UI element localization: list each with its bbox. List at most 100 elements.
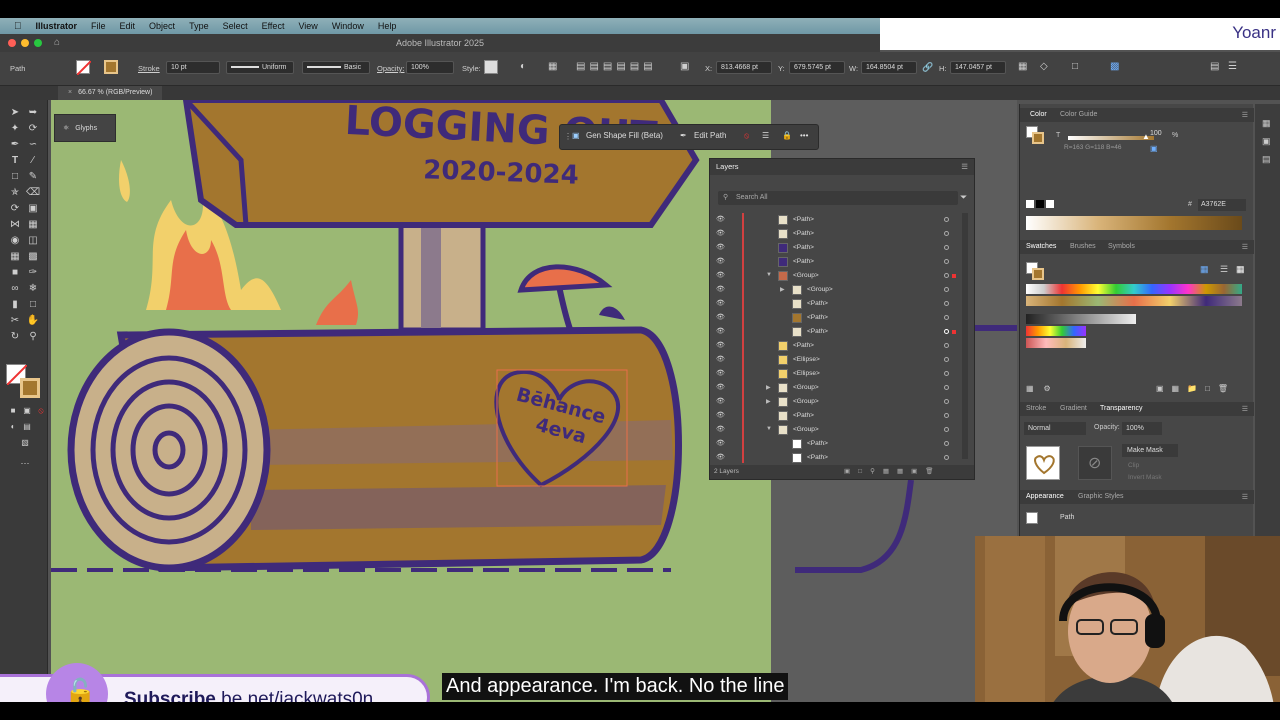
visibility-eye-icon[interactable]: 👁 [716,369,725,377]
graphic-style-swatch[interactable] [484,60,498,74]
chevron-right-icon[interactable]: ▶ [766,398,771,405]
mesh-tool-icon[interactable]: ▩ [26,250,40,264]
curvature-tool-icon[interactable]: ∽ [26,138,40,152]
invert-mask-checkbox[interactable]: Invert Mask [1128,474,1162,481]
artboard-canvas[interactable]: LOGGING OUT 2020-2024 Bēhance 4eva [51,100,771,702]
color-cube-icon[interactable]: ▣ [1150,144,1158,153]
layer-row[interactable]: 👁 <Path> [710,325,964,339]
isolate-icon[interactable]: □ [1072,61,1078,72]
align-to-icon[interactable]: ▦ [548,61,557,72]
none-mode-icon[interactable]: ⦸ [34,404,48,418]
target-circle-icon[interactable] [944,287,949,292]
menu-illustrator[interactable]: Illustrator [36,21,78,31]
visibility-eye-icon[interactable]: 👁 [716,243,725,251]
h-field[interactable]: 147.0457 pt [950,61,1006,74]
paintbrush-icon[interactable]: ✎ [26,170,40,184]
target-circle-icon[interactable] [944,371,949,376]
edit-toolbar-icon[interactable]: ⋯ [18,456,32,470]
panel-stroke-swatch[interactable] [1032,132,1044,144]
layer-row[interactable]: 👁 <Path> [710,241,964,255]
swatch-row-2[interactable] [1026,296,1242,306]
graph-tool-icon[interactable]: ▮ [8,298,22,312]
shape-builder-icon[interactable]: ◉ [8,234,22,248]
menu-effect[interactable]: Effect [262,21,285,31]
target-circle-icon[interactable] [944,217,949,222]
target-circle-icon[interactable] [944,329,949,334]
layer-row[interactable]: 👁 <Path> [710,409,964,423]
clip-checkbox[interactable]: Clip [1128,462,1139,469]
arrange-icon[interactable]: ▩ [1110,61,1119,72]
visibility-eye-icon[interactable]: 👁 [716,411,725,419]
visibility-eye-icon[interactable]: 👁 [716,355,725,363]
panel-menu-icon[interactable]: ☰ [1242,111,1248,119]
chevron-down-icon[interactable]: ▼ [766,426,772,432]
black-swatch[interactable] [1036,200,1044,208]
transform-icon[interactable]: ▣ [680,61,689,72]
live-paint-icon[interactable]: ◫ [26,234,40,248]
opacity-field[interactable]: 100% [406,61,454,74]
edit-path-button[interactable]: Edit Path [694,131,726,140]
edit-path-icon[interactable]: ✒ [680,131,687,140]
swatch-row-3[interactable] [1026,314,1136,324]
find-swatch-icon[interactable]: ▦ [1200,264,1209,275]
menu-object[interactable]: Object [149,21,175,31]
tab-swatches[interactable]: Swatches [1026,243,1056,250]
apple-icon[interactable]:  [14,21,22,32]
zoom-tool-icon[interactable]: ⚲ [26,330,40,344]
hand-tool-icon[interactable]: ✋ [26,314,40,328]
rotate-view-icon[interactable]: ↻ [8,330,22,344]
stroke-color-box[interactable] [20,378,40,398]
list-view-icon[interactable]: ☰ [1220,264,1228,275]
fill-swatch[interactable] [76,60,92,76]
panel-menu-icon[interactable]: ☰ [1242,493,1248,501]
make-mask-button[interactable]: Make Mask [1122,444,1178,457]
direct-selection-tool-icon[interactable]: ➥ [26,106,40,120]
layers-search-input[interactable]: ⚲ Search All [718,191,958,205]
target-circle-icon[interactable] [944,301,949,306]
close-tab-icon[interactable]: × [68,89,72,96]
free-transform-icon[interactable]: ▦ [26,218,40,232]
layer-row[interactable]: 👁 ▼ <Group> [710,269,964,283]
tab-gradient[interactable]: Gradient [1060,405,1087,412]
tab-color[interactable]: Color [1030,111,1047,118]
color-spectrum-bar[interactable] [1026,216,1242,230]
y-field[interactable]: 679.5745 pt [789,61,845,74]
tab-brushes[interactable]: Brushes [1070,243,1096,250]
shape-options-icon[interactable]: ◇ [1040,61,1048,72]
layer-row[interactable]: 👁 <Path> [710,213,964,227]
target-circle-icon[interactable] [944,399,949,404]
selection-tool-icon[interactable]: ➤ [8,106,22,120]
layers-footer-buttons-icon[interactable]: ▣□⚲▦▦▣🗑 [844,465,942,479]
recolor-icon[interactable]: ◐ [520,61,526,72]
type-tool-icon[interactable]: T [8,154,22,168]
magic-wand-icon[interactable]: ✦ [8,122,22,136]
transparency-opacity-field[interactable]: 100% [1122,422,1162,435]
rectangle-tool-icon[interactable]: □ [8,170,22,184]
layer-row[interactable]: 👁 ▶ <Group> [710,381,964,395]
scale-tool-icon[interactable]: ▣ [26,202,40,216]
target-circle-icon[interactable] [944,231,949,236]
transform-options-icon[interactable]: ▦ [1018,61,1027,72]
panel-layout-icon[interactable]: ▤ [1210,61,1219,72]
layer-row[interactable]: 👁 <Ellipse> [710,367,964,381]
width-tool-icon[interactable]: ⋈ [8,218,22,232]
layer-row[interactable]: 👁 <Path> [710,227,964,241]
menu-file[interactable]: File [91,21,106,31]
subscribe-url[interactable]: be.net/jackwats0n [216,689,373,702]
white-swatch[interactable] [1046,200,1054,208]
panel-menu-icon[interactable]: ☰ [1242,243,1248,251]
menu-type[interactable]: Type [189,21,209,31]
target-circle-icon[interactable] [944,315,949,320]
draw-mode-icon[interactable]: ◐ [6,420,20,434]
brush-definition[interactable]: Basic [302,61,370,74]
visibility-eye-icon[interactable]: 👁 [716,383,725,391]
eraser-icon[interactable]: ⌫ [26,186,40,200]
control-bar-menu-icon[interactable]: ☰ [1228,61,1237,72]
lasso-icon[interactable]: ⟳ [26,122,40,136]
layer-row[interactable]: 👁 <Path> [710,339,964,353]
libraries-icon[interactable]: ▣ [1262,136,1271,147]
artboard-tool-icon[interactable]: □ [26,298,40,312]
glyphs-panel[interactable]: ⚛ Glyphs [54,114,116,142]
shaper-tool-icon[interactable]: ✯ [8,186,22,200]
swatch-row-1[interactable] [1026,284,1242,294]
